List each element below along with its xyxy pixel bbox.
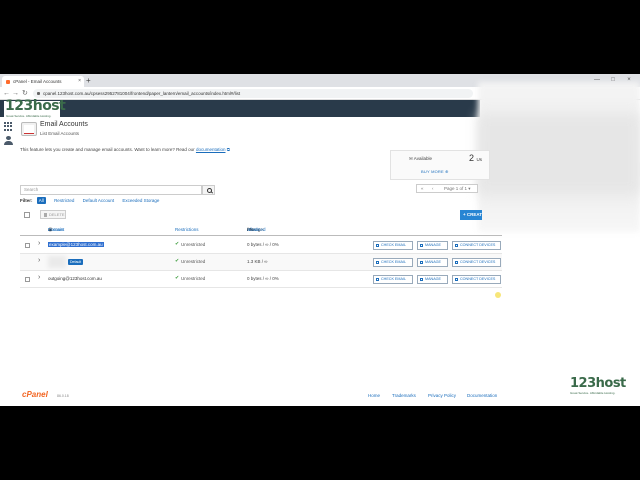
cpanel-favicon-icon xyxy=(6,80,10,84)
manage-button[interactable]: MANAGE xyxy=(417,241,448,250)
documentation-link[interactable]: documentation xyxy=(196,147,226,152)
page-select[interactable]: Page 1 of 1 ▾ xyxy=(444,185,471,192)
expand-chevron-icon[interactable]: › xyxy=(38,274,40,281)
first-page-button[interactable]: « xyxy=(421,185,424,192)
external-link-icon xyxy=(376,261,379,264)
screen: cPanel - Email Accounts × + — □ × ← → ↻ … xyxy=(0,74,640,406)
available-count: 2 Us xyxy=(469,153,483,163)
account-name[interactable]: example@123host.com.au xyxy=(48,242,104,247)
device-icon xyxy=(455,278,458,281)
brand-tagline: Great Service. Affordable Hosting. xyxy=(6,114,52,118)
blurred-region xyxy=(478,114,640,194)
wrench-icon xyxy=(420,261,423,264)
check-email-button[interactable]: CHECK EMAIL xyxy=(373,275,413,284)
wrench-icon xyxy=(420,278,423,281)
external-link-icon xyxy=(376,244,379,247)
manage-button[interactable]: MANAGE xyxy=(417,258,448,267)
new-tab-button[interactable]: + xyxy=(86,75,91,86)
stats-panel: ✉ Available 2 Us BUY MORE ⊕ xyxy=(390,150,490,180)
filter-bar: Filter: All Restricted Default Account E… xyxy=(20,197,166,204)
footer-brand-logo: 123host Great Service. Affordable Hostin… xyxy=(570,376,632,396)
mouse-cursor-highlight xyxy=(495,292,501,298)
filter-label: Filter: xyxy=(20,198,33,203)
restriction-status: Unrestricted xyxy=(175,275,205,281)
url-text: cpanel.123host.com.au/cpsess2952781004/f… xyxy=(43,91,241,96)
filter-restricted[interactable]: Restricted xyxy=(54,198,74,203)
restriction-status: Unrestricted xyxy=(175,241,205,247)
lock-icon xyxy=(37,92,40,95)
users-icon[interactable] xyxy=(3,136,14,145)
search-icon[interactable] xyxy=(202,185,215,195)
table-row[interactable]: › example@123host.com.au Unrestricted 0 … xyxy=(20,237,502,254)
wrench-icon xyxy=(420,244,423,247)
device-icon xyxy=(455,261,458,264)
cpanel-version: 86.0.18 xyxy=(57,394,69,398)
table-row[interactable]: › Default Unrestricted 1.3 KB / ∞ CHECK … xyxy=(20,254,502,271)
page-title: Email Accounts xyxy=(40,121,88,128)
storage-usage: 0 bytes / ∞ / 0% xyxy=(247,242,279,247)
intro-sentence: This feature lets you create and manage … xyxy=(20,147,195,152)
external-link-icon xyxy=(376,278,379,281)
tab-close-icon[interactable]: × xyxy=(78,76,81,87)
pagination: « ‹ Page 1 of 1 ▾ xyxy=(416,184,478,193)
brand-logo[interactable]: 123host Great Service. Affordable Hostin… xyxy=(4,98,66,119)
select-all-checkbox[interactable] xyxy=(24,212,30,218)
restriction-status: Unrestricted xyxy=(175,258,205,264)
filter-exceeded-storage[interactable]: Exceeded Storage xyxy=(122,198,159,203)
manage-button[interactable]: MANAGE xyxy=(417,275,448,284)
available-label: ✉ Available xyxy=(409,156,432,161)
page-subtitle: List Email Accounts xyxy=(40,131,80,136)
browser-tab[interactable]: cPanel - Email Accounts × xyxy=(2,76,84,87)
filter-default-account[interactable]: Default Account xyxy=(83,198,115,203)
footer-brand-tagline: Great Service. Affordable Hosting. xyxy=(570,391,616,395)
url-field[interactable]: cpanel.123host.com.au/cpsess2952781004/f… xyxy=(33,89,473,98)
prev-page-button[interactable]: ‹ xyxy=(432,185,434,192)
row-checkbox[interactable] xyxy=(25,243,30,248)
search-input[interactable]: Search xyxy=(20,185,202,195)
connect-devices-button[interactable]: CONNECT DEVICES xyxy=(452,258,501,267)
delete-button[interactable]: DELETE xyxy=(40,210,66,219)
external-link-icon: ⧉ xyxy=(226,147,230,152)
cpanel-logo[interactable]: cPanel xyxy=(22,390,48,399)
sidebar xyxy=(0,117,16,406)
email-accounts-icon xyxy=(21,122,37,136)
intro-text: This feature lets you create and manage … xyxy=(20,147,230,152)
account-name[interactable]: outgoing@123host.com.au xyxy=(48,276,102,281)
footer-link-home[interactable]: Home xyxy=(368,393,380,398)
browser-tab-title: cPanel - Email Accounts xyxy=(13,79,62,84)
apps-grid-icon[interactable] xyxy=(4,122,13,131)
footer-link-trademarks[interactable]: Trademarks xyxy=(392,393,416,398)
brand-logo-text: 123host xyxy=(5,98,66,114)
device-icon xyxy=(455,244,458,247)
storage-usage: 0 bytes / ∞ / 0% xyxy=(247,276,279,281)
check-email-button[interactable]: CHECK EMAIL xyxy=(373,241,413,250)
footer-brand-text: 123host xyxy=(570,376,626,391)
footer-link-privacy[interactable]: Privacy Policy xyxy=(428,393,456,398)
storage-usage: 1.3 KB / ∞ xyxy=(247,259,268,264)
default-badge: Default xyxy=(68,259,84,265)
blurred-account-name xyxy=(48,256,66,268)
connect-devices-button[interactable]: CONNECT DEVICES xyxy=(452,241,501,250)
cpanel-header xyxy=(0,100,480,117)
footer-link-documentation[interactable]: Documentation xyxy=(467,393,497,398)
table-row[interactable]: › outgoing@123host.com.au Unrestricted 0… xyxy=(20,271,502,288)
filter-all[interactable]: All xyxy=(36,197,46,204)
connect-devices-button[interactable]: CONNECT DEVICES xyxy=(452,275,501,284)
check-email-button[interactable]: CHECK EMAIL xyxy=(373,258,413,267)
expand-chevron-icon[interactable]: › xyxy=(38,240,40,247)
create-button[interactable]: + CREATE xyxy=(460,210,482,220)
buy-more-link[interactable]: BUY MORE ⊕ xyxy=(421,169,449,174)
expand-chevron-icon[interactable]: › xyxy=(38,257,40,264)
table-header: Account ▲ @ Domain Restrictions Storage:… xyxy=(20,224,502,236)
row-checkbox[interactable] xyxy=(25,277,30,282)
col-restrictions[interactable]: Restrictions xyxy=(175,224,199,236)
